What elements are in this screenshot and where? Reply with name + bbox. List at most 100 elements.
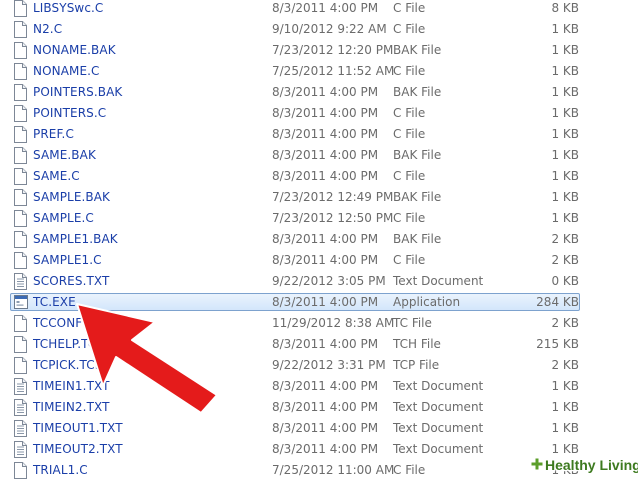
file-type: Text Document — [393, 274, 484, 288]
file-size: 0 KB — [551, 274, 579, 288]
file-size: 2 KB — [551, 253, 579, 267]
file-type: C File — [393, 253, 426, 267]
file-type: C File — [393, 169, 426, 183]
file-row[interactable]: TRIAL1.C 7/25/2012 11:00 AM C File 1 KB — [0, 460, 640, 480]
file-name: LIBSYSwc.C — [33, 1, 104, 15]
file-size: 1 KB — [551, 463, 579, 477]
file-row[interactable]: POINTERS.BAK 8/3/2011 4:00 PM BAK File 1 KB — [0, 82, 640, 103]
file-name: NONAME.BAK — [33, 43, 116, 57]
file-name: TCCONFI — [33, 316, 86, 330]
file-type: BAK File — [393, 43, 442, 57]
file-icon — [14, 126, 28, 143]
file-date-modified: 7/23/2012 12:50 PM — [272, 211, 394, 225]
file-size: 1 KB — [551, 148, 579, 162]
file-name: TRIAL1.C — [33, 463, 88, 477]
file-size: 2 KB — [551, 358, 579, 372]
file-date-modified: 8/3/2011 4:00 PM — [272, 337, 379, 351]
file-size: 215 KB — [536, 337, 579, 351]
file-row[interactable]: NONAME.C 7/25/2012 11:52 AM C File 1 KB — [0, 61, 640, 82]
file-row[interactable]: NONAME.BAK 7/23/2012 12:20 PM BAK File 1 KB — [0, 40, 640, 61]
file-date-modified: 8/3/2011 4:00 PM — [272, 106, 379, 120]
file-list: LIBSYSwc.C 8/3/2011 4:00 PM C File 8 KB N2.C… — [0, 0, 640, 480]
file-date-modified: 9/22/2012 3:05 PM — [272, 274, 386, 288]
file-row[interactable]: TCHELP.TC 8/3/2011 4:00 PM TCH File 215 KB — [0, 334, 640, 355]
file-row-selected[interactable]: TC.EXE 8/3/2011 4:00 PM Application 284 KB — [0, 292, 640, 313]
file-icon — [14, 21, 28, 38]
file-row[interactable]: TIMEOUT1.TXT 8/3/2011 4:00 PM Text Documen… — [0, 418, 640, 439]
file-size: 2 KB — [551, 316, 579, 330]
file-date-modified: 8/3/2011 4:00 PM — [272, 253, 379, 267]
file-date-modified: 9/10/2012 9:22 AM — [272, 22, 387, 36]
file-type: C File — [393, 106, 426, 120]
file-row[interactable]: SAMPLE1.BAK 8/3/2011 4:00 PM BAK File 2 KB — [0, 229, 640, 250]
file-icon — [14, 357, 28, 374]
file-icon — [14, 210, 28, 227]
file-type: Text Document — [393, 379, 484, 393]
file-row[interactable]: SAME.BAK 8/3/2011 4:00 PM BAK File 1 KB — [0, 145, 640, 166]
file-date-modified: 8/3/2011 4:00 PM — [272, 442, 379, 456]
file-row[interactable]: SAMPLE.C 7/23/2012 12:50 PM C File 1 KB — [0, 208, 640, 229]
file-size: 1 KB — [551, 169, 579, 183]
file-size: 1 KB — [551, 400, 579, 414]
file-date-modified: 7/23/2012 12:20 PM — [272, 43, 394, 57]
file-icon — [14, 0, 28, 17]
file-icon — [14, 147, 28, 164]
file-size: 1 KB — [551, 442, 579, 456]
file-name: TIMEIN1.TXT — [33, 379, 110, 393]
file-row[interactable]: SAME.C 8/3/2011 4:00 PM C File 1 KB — [0, 166, 640, 187]
file-type: C File — [393, 463, 426, 477]
file-icon — [14, 231, 28, 248]
file-icon — [14, 105, 28, 122]
file-size: 284 KB — [536, 295, 579, 309]
file-name: SAMPLE1.C — [33, 253, 102, 267]
file-name: TIMEOUT2.TXT — [33, 442, 123, 456]
file-date-modified: 8/3/2011 4:00 PM — [272, 232, 379, 246]
file-row[interactable]: SAMPLE1.C 8/3/2011 4:00 PM C File 2 KB — [0, 250, 640, 271]
text-document-icon — [14, 420, 28, 437]
file-icon — [14, 84, 28, 101]
file-size: 1 KB — [551, 43, 579, 57]
file-name: TCHELP.TC — [33, 337, 97, 351]
file-row[interactable]: LIBSYSwc.C 8/3/2011 4:00 PM C File 8 KB — [0, 0, 640, 19]
file-date-modified: 8/3/2011 4:00 PM — [272, 127, 379, 141]
file-row[interactable]: TCCONFI 11/29/2012 8:38 AM TC File 2 KB — [0, 313, 640, 334]
file-type: TC File — [393, 316, 432, 330]
file-icon — [14, 168, 28, 185]
file-row[interactable]: PREF.C 8/3/2011 4:00 PM C File 1 KB — [0, 124, 640, 145]
file-size: 1 KB — [551, 85, 579, 99]
file-date-modified: 8/3/2011 4:00 PM — [272, 148, 379, 162]
file-row[interactable]: SCORES.TXT 9/22/2012 3:05 PM Text Document… — [0, 271, 640, 292]
file-row[interactable]: POINTERS.C 8/3/2011 4:00 PM C File 1 KB — [0, 103, 640, 124]
file-type: Text Document — [393, 421, 484, 435]
file-size: 2 KB — [551, 232, 579, 246]
file-date-modified: 9/22/2012 3:31 PM — [272, 358, 386, 372]
file-name: TIMEOUT1.TXT — [33, 421, 123, 435]
file-row[interactable]: TCPICK.TCP 9/22/2012 3:31 PM TCP File 2 KB — [0, 355, 640, 376]
file-type: TCH File — [393, 337, 441, 351]
file-icon — [14, 252, 28, 269]
file-name: SCORES.TXT — [33, 274, 110, 288]
file-row[interactable]: TIMEIN2.TXT 8/3/2011 4:00 PM Text Document… — [0, 397, 640, 418]
file-row[interactable]: TIMEOUT2.TXT 8/3/2011 4:00 PM Text Documen… — [0, 439, 640, 460]
file-date-modified: 8/3/2011 4:00 PM — [272, 295, 379, 309]
file-type: Application — [393, 295, 461, 309]
file-type: C File — [393, 127, 426, 141]
application-icon — [14, 294, 28, 311]
file-icon — [14, 462, 28, 479]
file-icon — [14, 63, 28, 80]
file-date-modified: 8/3/2011 4:00 PM — [272, 85, 379, 99]
file-row[interactable]: N2.C 9/10/2012 9:22 AM C File 1 KB — [0, 19, 640, 40]
file-name: TIMEIN2.TXT — [33, 400, 110, 414]
text-document-icon — [14, 273, 28, 290]
file-type: Text Document — [393, 442, 484, 456]
file-size: 1 KB — [551, 106, 579, 120]
file-icon — [14, 189, 28, 206]
file-row[interactable]: SAMPLE.BAK 7/23/2012 12:49 PM BAK File 1 KB — [0, 187, 640, 208]
file-name: SAMPLE.BAK — [33, 190, 111, 204]
file-row[interactable]: TIMEIN1.TXT 8/3/2011 4:00 PM Text Document… — [0, 376, 640, 397]
file-explorer-window: LIBSYSwc.C 8/3/2011 4:00 PM C File 8 KB N2.C… — [0, 0, 640, 480]
file-icon — [14, 315, 28, 332]
file-type: BAK File — [393, 232, 442, 246]
file-type: C File — [393, 22, 426, 36]
file-type: C File — [393, 211, 426, 225]
